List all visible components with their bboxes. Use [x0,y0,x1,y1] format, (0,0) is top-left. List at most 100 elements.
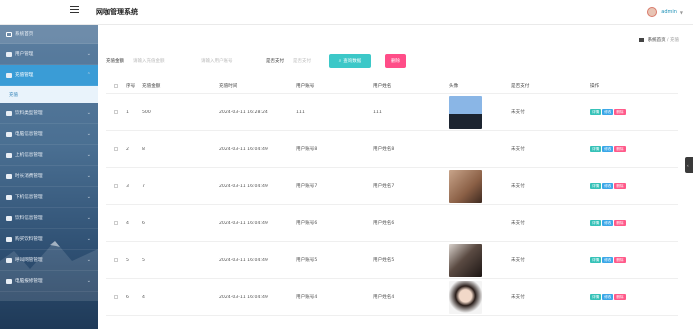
pay-select[interactable]: 是否支付 [290,56,330,67]
detail-button[interactable]: 详情 [590,183,602,189]
header-pay: 是否支付 [511,83,530,89]
row-account: 用户账号8 [296,147,318,152]
amount-label: 充值金额 [106,59,124,64]
row-time: 2024-03-11 16:28:24 [219,109,268,115]
row-delete-button[interactable]: 删除 [614,257,626,263]
avatar [647,7,658,17]
row-pay: 未支付 [511,184,525,189]
detail-button[interactable]: 详情 [590,220,602,226]
sidebar-item-home[interactable]: 系统首页 [0,25,98,44]
app-title: 网咖管理系统 [96,8,138,16]
row-name: 用户姓名8 [373,147,395,152]
row-avatar [449,280,511,314]
row-checkbox[interactable] [106,147,126,151]
edit-button[interactable]: 修改 [602,294,614,300]
row-delete-button[interactable]: 删除 [614,109,626,115]
row-pay: 未支付 [511,258,525,263]
row-delete-button[interactable]: 删除 [614,220,626,226]
edit-button[interactable]: 修改 [602,257,614,263]
detail-button[interactable]: 详情 [590,257,602,263]
sidebar-item-call-admin[interactable]: 呼叫网管管理 ⌄ [0,250,98,271]
table-row: 6 4 2024-03-11 16:04:49 用户账号4 用户姓名4 未支付 … [106,279,678,316]
pay-label: 是否支付 [266,59,284,64]
row-time: 2024-03-11 16:04:49 [219,183,268,189]
row-time: 2024-03-11 16:04:49 [219,220,268,226]
edit-button[interactable]: 修改 [602,183,614,189]
user-menu[interactable]: admin ▼ [647,5,683,19]
chevron-down-icon: ⌄ [86,278,91,284]
row-pay: 未支付 [511,221,525,226]
row-time: 2024-03-11 16:04:49 [219,257,268,263]
chevron-down-icon: ⌄ [86,257,91,263]
username: admin [661,9,677,15]
sidebar-item-computers[interactable]: 电脑信息管理 ⌄ [0,124,98,145]
header-no: 序号 [126,83,136,89]
chevron-down-icon: ⌄ [86,51,91,57]
row-actions: 详情 修改 删除 [590,294,678,300]
row-checkbox[interactable] [106,221,126,225]
row-delete-button[interactable]: 删除 [614,146,626,152]
row-checkbox[interactable] [106,184,126,188]
edit-button[interactable]: 修改 [602,220,614,226]
chevron-down-icon: ⌄ [86,194,91,200]
row-avatar [449,95,511,129]
table-row: 5 5 2024-03-11 16:04:49 用户账号5 用户姓名5 未支付 … [106,242,678,279]
row-actions: 详情 修改 删除 [590,146,678,152]
avatar-image [449,169,482,203]
sidebar-item-login[interactable]: 上机信息管理 ⌄ [0,145,98,166]
breadcrumb-separator: / [667,38,669,43]
row-time: 2024-03-11 16:04:49 [219,146,268,152]
grid-icon [6,51,12,57]
row-delete-button[interactable]: 删除 [614,183,626,189]
sidebar-item-drinks[interactable]: 饮料信息管理 ⌄ [0,208,98,229]
cart-icon [6,236,12,242]
avatar-image [449,95,482,129]
table-row: 3 7 2024-03-11 16:04:49 用户账号7 用户姓名7 未支付 … [106,168,678,205]
data-table: 序号 充值金额 充值时间 用户账号 用户姓名 头像 是否支付 操作 1 500 … [106,78,678,316]
row-account: 用户账号7 [296,184,318,189]
sidebar-subitem-recharge[interactable]: 充值 [0,86,98,103]
detail-button[interactable]: 详情 [590,146,602,152]
sidebar-item-users[interactable]: 用户管理 ⌄ [0,44,98,65]
cup-icon [6,215,12,221]
row-checkbox[interactable] [106,258,126,262]
sidebar-item-drink-types[interactable]: 饮料类型管理 ⌄ [0,103,98,124]
sidebar-item-logout[interactable]: 下机信息管理 ⌄ [0,187,98,208]
row-name: 用户姓名7 [373,184,395,189]
edit-button[interactable]: 修改 [602,109,614,115]
account-input[interactable]: 请输入用户账号 [198,56,256,67]
sidebar-item-repair[interactable]: 电脑报修管理 ⌄ [0,271,98,292]
menu-toggle-icon[interactable] [70,6,79,14]
amount-input[interactable]: 请输入充值金额 [130,56,188,67]
row-time: 2024-03-11 16:04:49 [219,294,268,300]
sidebar-item-time-consumption[interactable]: 时长消费管理 ⌄ [0,166,98,187]
row-no: 4 [126,220,129,226]
side-drawer-handle[interactable]: ‹ [685,157,693,173]
wallet-icon [6,72,12,78]
chevron-left-icon: ‹ [687,163,689,168]
row-account: 111 [296,109,305,115]
breadcrumb-home[interactable]: 系统首页 [648,38,666,43]
detail-button[interactable]: 详情 [590,294,602,300]
sidebar-item-buy-drinks[interactable]: 购买饮料管理 ⌄ [0,229,98,250]
chevron-down-icon: ⌄ [86,152,91,158]
row-actions: 详情 修改 删除 [590,257,678,263]
row-account: 用户账号5 [296,258,318,263]
header-amount: 充值金额 [142,83,161,89]
sidebar-item-recharge[interactable]: 充值管理 ⌃ [0,65,98,86]
delete-button[interactable]: 删除 [385,54,406,68]
search-button[interactable]: ⌕ 查询数据 [329,54,371,68]
row-checkbox[interactable] [106,110,126,114]
row-checkbox[interactable] [106,295,126,299]
row-name: 用户姓名6 [373,221,395,226]
chevron-up-icon: ⌃ [86,72,91,78]
breadcrumb-current: 充值 [670,38,679,43]
row-delete-button[interactable]: 删除 [614,294,626,300]
select-all-checkbox[interactable] [106,83,126,88]
table-header: 序号 充值金额 充值时间 用户账号 用户姓名 头像 是否支付 操作 [106,78,678,94]
cup-icon [6,110,12,116]
chevron-down-icon: ⌄ [86,110,91,116]
edit-button[interactable]: 修改 [602,146,614,152]
detail-button[interactable]: 详情 [590,109,602,115]
header-name: 用户姓名 [373,83,392,89]
